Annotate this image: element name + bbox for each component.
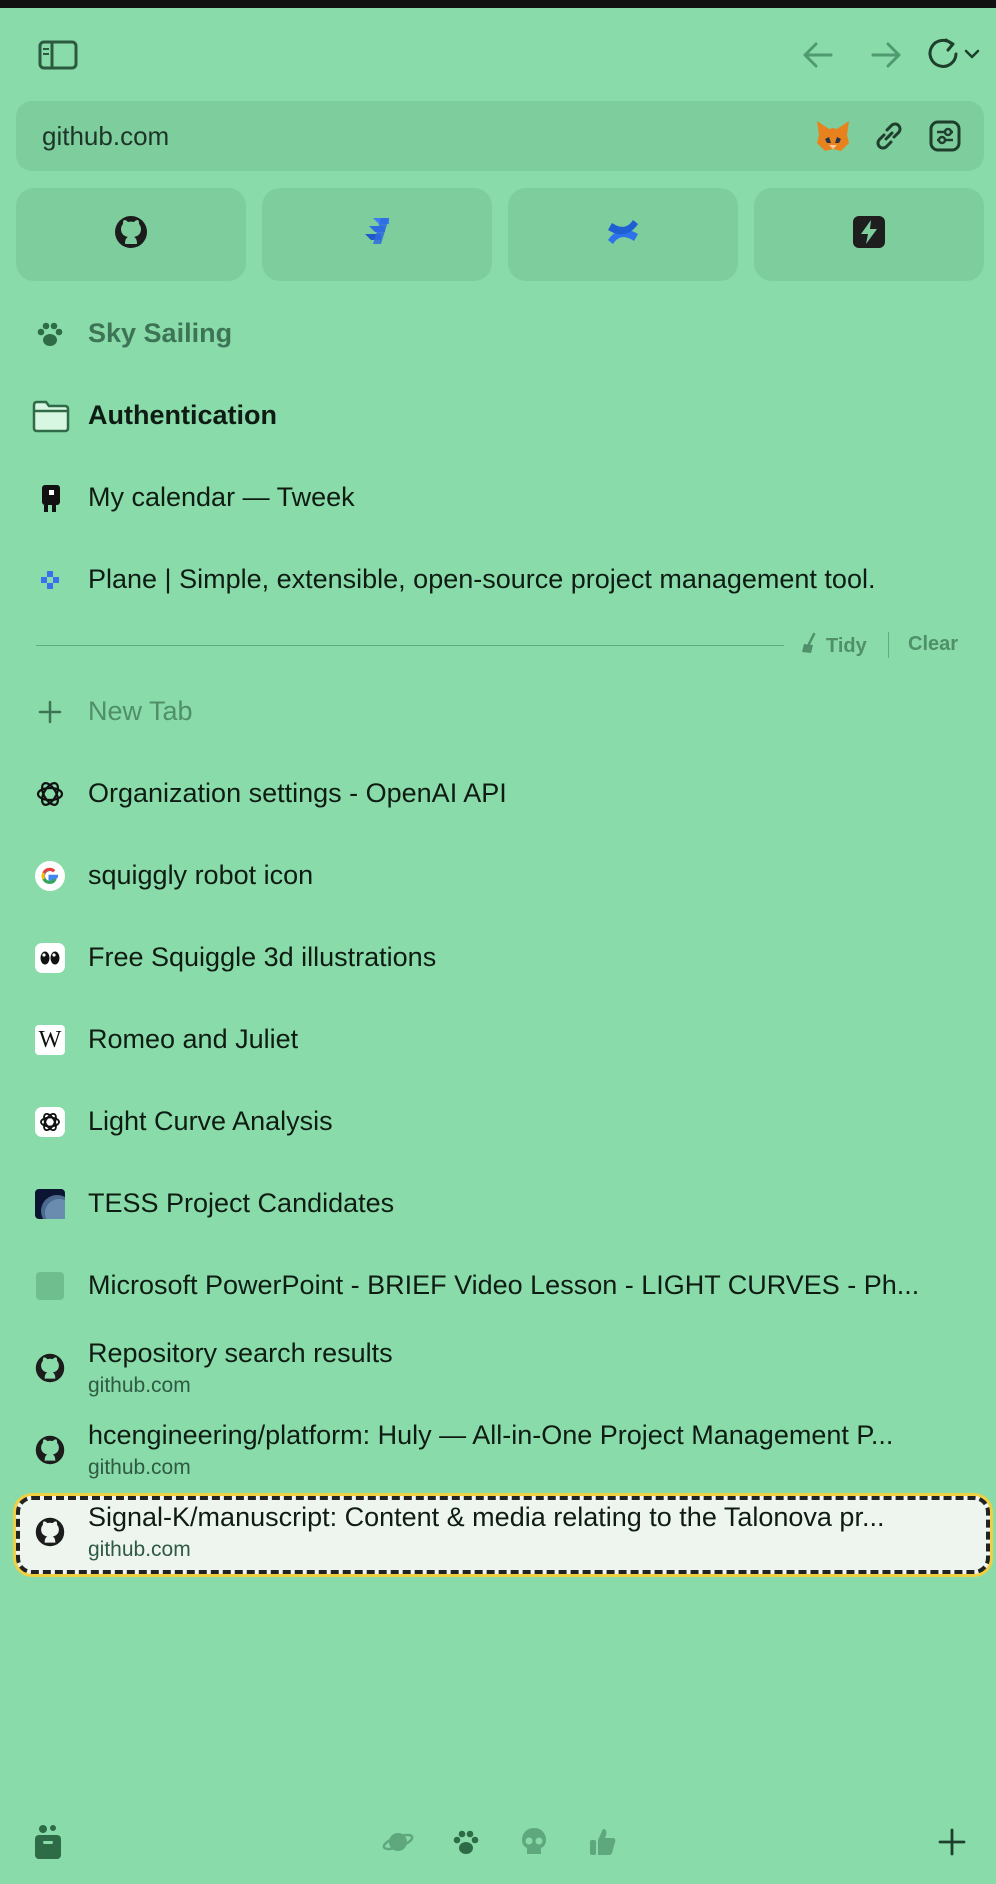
paw-icon[interactable] [448, 1822, 484, 1862]
openai-icon [34, 778, 66, 810]
tab-domain: github.com [88, 1538, 191, 1561]
tweek-icon [34, 482, 66, 514]
tab-item[interactable]: W Romeo and Juliet [0, 1000, 996, 1080]
link-icon[interactable] [870, 117, 908, 155]
confluence-icon [605, 214, 641, 255]
folder-name: Authentication [88, 400, 277, 430]
tab-title: Plane | Simple, extensible, open-source … [88, 564, 876, 594]
tab-title: Light Curve Analysis [88, 1106, 333, 1136]
active-tab-item[interactable]: Signal-K/manuscript: Content & media rel… [0, 1492, 996, 1572]
tab-item[interactable]: Light Curve Analysis [0, 1082, 996, 1162]
tab-domain: github.com [88, 1456, 191, 1479]
sidebar-toggle-icon[interactable] [36, 38, 80, 72]
plane-icon [34, 564, 66, 596]
url-text: github.com [42, 121, 170, 151]
forward-arrow-icon[interactable] [868, 38, 904, 72]
tab-title: Romeo and Juliet [88, 1024, 299, 1054]
tab-item[interactable]: squiggly robot icon [0, 836, 996, 916]
address-bar[interactable]: github.com [16, 101, 984, 171]
bolt-icon [852, 215, 886, 254]
space-name: Sky Sailing [88, 318, 233, 348]
tidy-label: Tidy [826, 634, 867, 657]
reload-icon[interactable] [924, 36, 986, 74]
new-tab-button[interactable]: New Tab [0, 672, 996, 752]
broom-icon [800, 632, 818, 660]
pinned-confluence[interactable] [508, 188, 738, 281]
pinned-tab-tweek[interactable]: My calendar — Tweek [0, 458, 996, 538]
tab-domain: github.com [88, 1374, 191, 1397]
tab-item[interactable]: Organization settings - OpenAI API [0, 754, 996, 834]
tab-item[interactable]: Microsoft PowerPoint - BRIEF Video Lesso… [0, 1246, 996, 1326]
planet-icon[interactable] [380, 1822, 416, 1862]
tidy-button[interactable]: Tidy [800, 632, 867, 660]
back-arrow-icon[interactable] [800, 38, 836, 72]
archive-icon[interactable] [30, 1822, 66, 1862]
folder-icon [32, 400, 70, 433]
tab-title: Microsoft PowerPoint - BRIEF Video Lesso… [88, 1270, 920, 1300]
section-divider [36, 645, 784, 646]
window-top-edge [0, 0, 996, 8]
metamask-fox-icon[interactable] [814, 117, 852, 155]
wikipedia-icon: W [34, 1024, 66, 1056]
tab-title: TESS Project Candidates [88, 1188, 395, 1218]
pinned-jira[interactable] [262, 188, 492, 281]
thumbs-up-icon[interactable] [584, 1822, 620, 1862]
tab-item[interactable]: Free Squiggle 3d illustrations [0, 918, 996, 998]
blank-page-icon [34, 1270, 66, 1302]
github-icon [113, 214, 149, 255]
pinned-github[interactable] [16, 188, 246, 281]
new-tab-label: New Tab [88, 696, 193, 726]
pinned-bolt-app[interactable] [754, 188, 984, 281]
tab-title: squiggly robot icon [88, 860, 314, 890]
google-icon [34, 860, 66, 892]
jira-icon [359, 214, 395, 255]
tab-title: Signal-K/manuscript: Content & media rel… [88, 1502, 885, 1532]
tab-title: My calendar — Tweek [88, 482, 355, 512]
tab-item[interactable]: hcengineering/platform: Huly — All-in-On… [0, 1410, 996, 1490]
github-icon [34, 1516, 66, 1548]
action-separator [888, 632, 889, 658]
plus-icon [34, 696, 66, 728]
tab-title: Free Squiggle 3d illustrations [88, 942, 437, 972]
planet-image-icon [34, 1188, 66, 1220]
space-header[interactable]: Sky Sailing [0, 294, 996, 374]
openai-icon [34, 1106, 66, 1138]
site-settings-icon[interactable] [926, 117, 964, 155]
add-space-icon[interactable] [934, 1822, 970, 1862]
eyes-icon [34, 942, 66, 974]
pinned-tab-plane[interactable]: Plane | Simple, extensible, open-source … [0, 540, 996, 620]
tab-title: Repository search results [88, 1338, 393, 1368]
skull-icon[interactable] [516, 1822, 552, 1862]
tab-item[interactable]: TESS Project Candidates [0, 1164, 996, 1244]
tab-title: Organization settings - OpenAI API [88, 778, 507, 808]
clear-button[interactable]: Clear [908, 633, 958, 656]
paw-icon [34, 318, 66, 350]
folder-authentication[interactable]: Authentication [0, 376, 996, 456]
github-icon [34, 1352, 66, 1384]
github-icon [34, 1434, 66, 1466]
tab-item[interactable]: Repository search results github.com [0, 1328, 996, 1408]
tab-title: hcengineering/platform: Huly — All-in-On… [88, 1420, 894, 1450]
